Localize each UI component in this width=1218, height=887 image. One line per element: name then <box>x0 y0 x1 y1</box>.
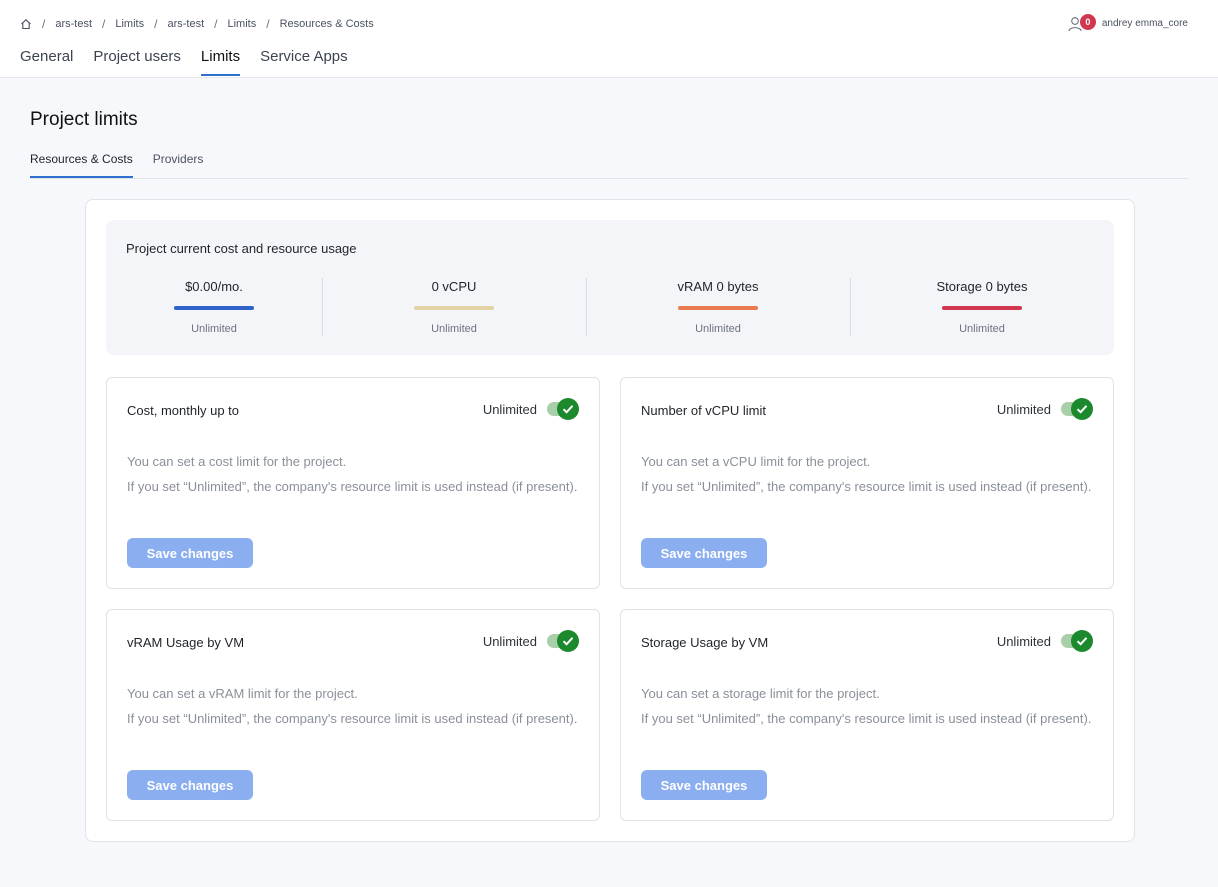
breadcrumb-separator: / <box>154 17 158 31</box>
limit-card-vcpu: Number of vCPU limit Unlimited You can s… <box>620 377 1114 589</box>
notification-badge: 0 <box>1079 14 1096 30</box>
main-tabs: General Project users Limits Service App… <box>20 48 368 76</box>
description-line: You can set a vCPU limit for the project… <box>641 454 871 469</box>
unlimited-toggle-group: Unlimited <box>997 630 1093 652</box>
usage-bar <box>678 306 758 310</box>
sub-tabs: Resources & Costs Providers <box>30 152 1188 179</box>
description-line: You can set a storage limit for the proj… <box>641 686 880 701</box>
user-name[interactable]: andrey emma_core <box>1102 18 1188 29</box>
limit-card-description: You can set a vRAM limit for the project… <box>127 684 582 729</box>
limit-card-description: You can set a vCPU limit for the project… <box>641 452 1096 497</box>
top-header: / ars-test / Limits / ars-test / Limits … <box>0 0 1218 78</box>
limit-card-title: Cost, monthly up to <box>127 403 239 418</box>
unlimited-toggle-group: Unlimited <box>483 398 579 420</box>
unlimited-toggle[interactable] <box>1061 398 1093 420</box>
unlimited-toggle[interactable] <box>547 630 579 652</box>
limit-card-storage: Storage Usage by VM Unlimited You can se… <box>620 609 1114 821</box>
metric-limit: Unlimited <box>191 323 237 335</box>
tab-general[interactable]: General <box>20 48 73 76</box>
limit-card-title: vRAM Usage by VM <box>127 635 245 650</box>
breadcrumb-item-current: Resources & Costs <box>279 18 374 30</box>
usage-bar <box>414 306 494 310</box>
breadcrumb-item-company[interactable]: ars-test <box>55 18 92 30</box>
limit-card-title: Storage Usage by VM <box>641 635 769 650</box>
metric-storage: Storage 0 bytes Unlimited <box>850 276 1114 336</box>
save-changes-button[interactable]: Save changes <box>641 538 767 568</box>
toggle-label: Unlimited <box>482 633 537 649</box>
subtab-resources-costs[interactable]: Resources & Costs <box>30 152 133 178</box>
unlimited-toggle[interactable] <box>1061 630 1093 652</box>
usage-summary: Project current cost and resource usage … <box>106 220 1114 355</box>
toggle-label: Unlimited <box>482 401 537 417</box>
usage-bar <box>174 306 254 310</box>
usage-metrics: $0.00/mo. Unlimited 0 vCPU Unlimited vRA… <box>106 276 1114 336</box>
description-line: You can set a cost limit for the project… <box>127 454 347 469</box>
breadcrumb-separator: / <box>102 17 106 31</box>
limit-card-vram: vRAM Usage by VM Unlimited You can set a… <box>106 609 600 821</box>
breadcrumb-separator: / <box>214 17 218 31</box>
metric-limit: Unlimited <box>431 323 477 335</box>
check-icon <box>1071 398 1093 420</box>
breadcrumb-separator: / <box>266 17 270 31</box>
description-line: You can set a vRAM limit for the project… <box>127 686 358 701</box>
breadcrumb-item-project-limits[interactable]: Limits <box>227 18 256 30</box>
metric-cost: $0.00/mo. Unlimited <box>106 276 322 336</box>
avatar[interactable]: 0 <box>1068 14 1098 32</box>
check-icon <box>557 630 579 652</box>
unlimited-toggle-group: Unlimited <box>997 398 1093 420</box>
limit-card-description: You can set a storage limit for the proj… <box>641 684 1096 729</box>
breadcrumb-item-project[interactable]: ars-test <box>167 18 204 30</box>
tab-limits[interactable]: Limits <box>200 48 241 76</box>
toggle-label: Unlimited <box>996 401 1051 417</box>
page-title: Project limits <box>30 109 138 130</box>
tab-project-users[interactable]: Project users <box>93 48 181 76</box>
metric-value: 0 vCPU <box>431 279 477 294</box>
metric-value: vRAM 0 bytes <box>677 279 759 294</box>
breadcrumb-separator: / <box>42 17 46 31</box>
description-line: If you set “Unlimited”, the company's re… <box>641 479 1092 494</box>
description-line: If you set “Unlimited”, the company's re… <box>127 711 578 726</box>
unlimited-toggle[interactable] <box>547 398 579 420</box>
save-changes-button[interactable]: Save changes <box>641 770 767 800</box>
metric-value: $0.00/mo. <box>185 279 243 294</box>
limit-card-cost: Cost, monthly up to Unlimited You can se… <box>106 377 600 589</box>
toggle-label: Unlimited <box>996 633 1051 649</box>
save-changes-button[interactable]: Save changes <box>127 538 253 568</box>
save-changes-button[interactable]: Save changes <box>127 770 253 800</box>
limit-card-title: Number of vCPU limit <box>641 403 766 418</box>
tab-service-apps[interactable]: Service Apps <box>260 48 348 76</box>
home-icon[interactable] <box>20 18 32 30</box>
limit-card-description: You can set a cost limit for the project… <box>127 452 582 497</box>
usage-bar <box>942 306 1022 310</box>
limits-panel: Project current cost and resource usage … <box>85 199 1135 842</box>
metric-limit: Unlimited <box>959 323 1005 335</box>
breadcrumb: / ars-test / Limits / ars-test / Limits … <box>20 17 374 31</box>
breadcrumb-item-company-limits[interactable]: Limits <box>115 18 144 30</box>
metric-value: Storage 0 bytes <box>936 279 1028 294</box>
description-line: If you set “Unlimited”, the company's re… <box>127 479 578 494</box>
metric-vcpu: 0 vCPU Unlimited <box>322 276 586 336</box>
check-icon <box>1071 630 1093 652</box>
check-icon <box>557 398 579 420</box>
metric-vram: vRAM 0 bytes Unlimited <box>586 276 850 336</box>
user-menu[interactable]: 0 andrey emma_core <box>1068 14 1188 32</box>
description-line: If you set “Unlimited”, the company's re… <box>641 711 1092 726</box>
subtab-providers[interactable]: Providers <box>153 152 204 178</box>
usage-title: Project current cost and resource usage <box>126 241 357 256</box>
metric-limit: Unlimited <box>695 323 741 335</box>
unlimited-toggle-group: Unlimited <box>483 630 579 652</box>
